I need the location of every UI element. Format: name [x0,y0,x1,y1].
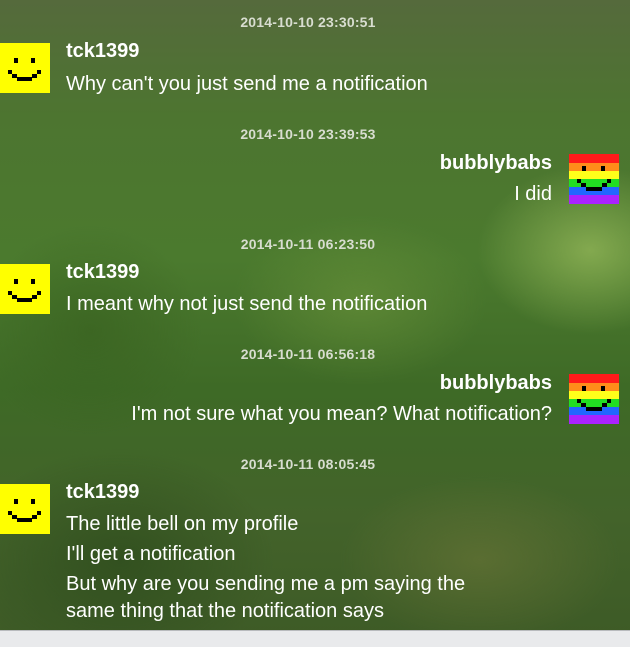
message-text: But why are you sending me a pm saying t… [66,573,466,595]
message-text: I'll get a notification [66,543,236,565]
message-timestamp: 2014-10-11 06:23:50 [240,236,376,252]
message-text: I'm not sure what you mean? What notific… [131,403,552,425]
smiley-face-icon[interactable] [0,484,50,534]
rainbow-face-icon[interactable] [569,154,619,204]
sender-name[interactable]: tck1399 [66,261,139,284]
message-text: I did [514,183,552,205]
message-text: I meant why not just send the notificati… [66,293,428,315]
smiley-face-icon[interactable] [0,264,50,314]
message-timestamp: 2014-10-10 23:30:51 [240,14,376,30]
message-text: same thing that the notification says [66,600,384,622]
rainbow-face-icon[interactable] [569,374,619,424]
message-text: The little bell on my profile [66,513,299,535]
message-timestamp: 2014-10-10 23:39:53 [240,126,376,142]
sender-name[interactable]: tck1399 [66,481,139,504]
message-timestamp: 2014-10-11 08:05:45 [240,456,376,472]
chat-thread: 2014-10-10 23:30:51 tck1399 Why can't yo… [0,0,630,630]
sender-name[interactable]: bubblybabs [440,372,552,395]
message-timestamp: 2014-10-11 06:56:18 [240,346,376,362]
message-text: Why can't you just send me a notificatio… [66,73,428,95]
smiley-face-icon[interactable] [0,43,50,93]
sender-name[interactable]: tck1399 [66,40,139,63]
bottom-toolbar [0,630,630,647]
sender-name[interactable]: bubblybabs [440,152,552,175]
